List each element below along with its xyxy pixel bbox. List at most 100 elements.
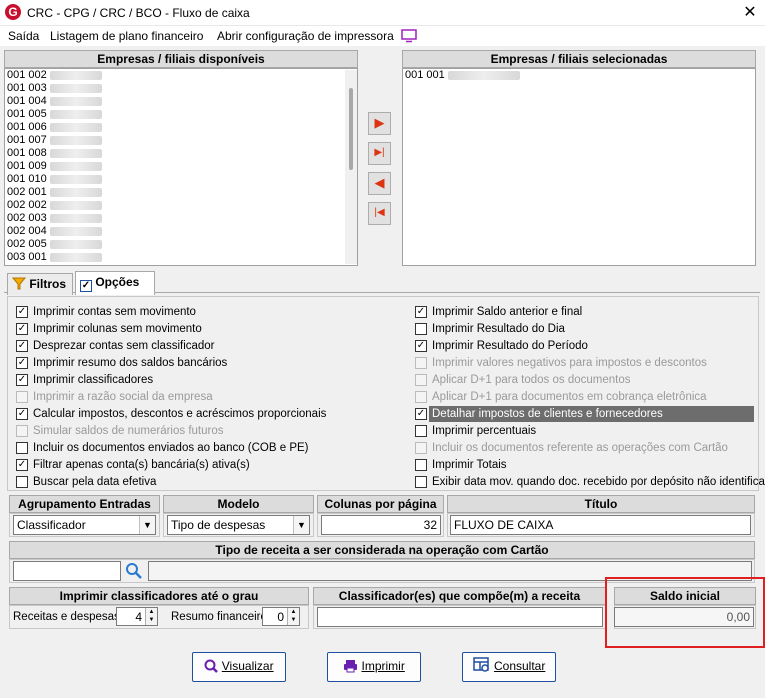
- option-label[interactable]: Imprimir contas sem movimento: [33, 305, 196, 319]
- option-label[interactable]: Imprimir valores negativos para impostos…: [432, 356, 707, 370]
- option-label[interactable]: Filtrar apenas conta(s) bancária(s) ativ…: [33, 458, 250, 472]
- option-label[interactable]: Imprimir Resultado do Período: [432, 339, 588, 353]
- option-label[interactable]: Calcular impostos, descontos e acréscimo…: [33, 407, 326, 421]
- list-item[interactable]: 001 010: [5, 173, 357, 186]
- option-checkbox[interactable]: [415, 425, 427, 437]
- option-checkbox[interactable]: ✓: [415, 408, 427, 420]
- option-label[interactable]: Aplicar D+1 para documentos em cobrança …: [432, 390, 707, 404]
- printer-config-icon[interactable]: [401, 29, 417, 43]
- option-label[interactable]: Imprimir a razão social da empresa: [33, 390, 213, 404]
- agrupamento-select[interactable]: Classificador: [13, 515, 156, 535]
- list-item[interactable]: 001 003: [5, 82, 357, 95]
- option-checkbox[interactable]: [415, 391, 427, 403]
- menu-abrir-config-impressora[interactable]: Abrir configuração de impressora: [217, 29, 394, 43]
- available-list[interactable]: 001 002 001 003 001 004 001 005 001 006 001 0…: [4, 68, 358, 266]
- list-item[interactable]: 001 005: [5, 108, 357, 121]
- list-item-code: 001 003: [7, 82, 47, 94]
- option-label[interactable]: Buscar pela data efetiva: [33, 475, 156, 489]
- tab-opcoes[interactable]: ✓ Opções: [75, 271, 155, 295]
- option-checkbox[interactable]: ✓: [16, 306, 28, 318]
- list-item[interactable]: 002 002: [5, 199, 357, 212]
- list-item[interactable]: 001 007: [5, 134, 357, 147]
- option-checkbox[interactable]: ✓: [16, 459, 28, 471]
- option-checkbox[interactable]: [415, 374, 427, 386]
- option-label[interactable]: Imprimir resumo dos saldos bancários: [33, 356, 227, 370]
- option-label[interactable]: Exibir data mov. quando doc. recebido po…: [432, 475, 765, 489]
- search-icon[interactable]: [125, 562, 143, 580]
- option-checkbox[interactable]: ✓: [16, 340, 28, 352]
- list-item[interactable]: 002 001: [5, 186, 357, 199]
- option-label[interactable]: Imprimir classificadores: [33, 373, 153, 387]
- option-checkbox[interactable]: ✓: [16, 374, 28, 386]
- chevron-down-icon[interactable]: ▼: [139, 516, 155, 534]
- option-checkbox[interactable]: [16, 476, 28, 488]
- list-item-code: 001 004: [7, 95, 47, 107]
- move-left-button[interactable]: ◀: [368, 172, 391, 195]
- option-label[interactable]: Imprimir percentuais: [432, 424, 536, 438]
- list-item[interactable]: 001 004: [5, 95, 357, 108]
- option-checkbox[interactable]: [415, 442, 427, 454]
- option-checkbox[interactable]: [16, 425, 28, 437]
- redacted-name: [49, 70, 102, 80]
- list-item-code: 002 005: [7, 238, 47, 250]
- option-checkbox[interactable]: ✓: [415, 340, 427, 352]
- option-checkbox[interactable]: ✓: [16, 323, 28, 335]
- menu-listagem-plano[interactable]: Listagem de plano financeiro: [50, 29, 203, 43]
- spinner-arrows-icon[interactable]: ▲ ▼: [145, 608, 157, 625]
- modelo-select[interactable]: Tipo de despesas: [167, 515, 310, 535]
- option-label[interactable]: Simular saldos de numerários futuros: [33, 424, 223, 438]
- list-item[interactable]: 002 005: [5, 238, 357, 251]
- list-item[interactable]: 001 006: [5, 121, 357, 134]
- option-label[interactable]: Imprimir colunas sem movimento: [33, 322, 202, 336]
- move-all-left-button[interactable]: |◀: [368, 202, 391, 225]
- option-label[interactable]: Detalhar impostos de clientes e forneced…: [432, 407, 663, 421]
- move-all-right-button[interactable]: ▶|: [368, 142, 391, 165]
- option-checkbox[interactable]: [415, 323, 427, 335]
- option-checkbox[interactable]: [415, 459, 427, 471]
- option-label[interactable]: Incluir os documentos enviados ao banco …: [33, 441, 309, 455]
- chevron-down-icon[interactable]: ▼: [293, 516, 309, 534]
- list-item[interactable]: 001 002: [5, 69, 357, 82]
- redacted-name: [49, 200, 102, 210]
- menu-saida[interactable]: Saída: [8, 29, 39, 43]
- colunas-input[interactable]: 32: [321, 515, 441, 535]
- option-checkbox[interactable]: [415, 357, 427, 369]
- option-label[interactable]: Imprimir Totais: [432, 458, 507, 472]
- titulo-input[interactable]: FLUXO DE CAIXA: [450, 515, 751, 535]
- cartao-code-input[interactable]: [13, 561, 121, 581]
- option-checkbox[interactable]: ✓: [16, 357, 28, 369]
- option-checkbox[interactable]: ✓: [415, 306, 427, 318]
- highlight-box: [605, 577, 765, 648]
- option-label[interactable]: Imprimir Saldo anterior e final: [432, 305, 582, 319]
- option-label[interactable]: Aplicar D+1 para todos os documentos: [432, 373, 631, 387]
- list-item-code: 002 003: [7, 212, 47, 224]
- visualizar-button[interactable]: Visualizar: [192, 652, 286, 682]
- scrollbar-thumb[interactable]: [349, 88, 353, 170]
- classificador-title: Classificador(es) que compõe(m) a receit…: [313, 587, 606, 605]
- window-title: CRC - CPG / CRC / BCO - Fluxo de caixa: [27, 6, 250, 20]
- list-item-code: 001 009: [7, 160, 47, 172]
- classificador-input[interactable]: [317, 607, 603, 627]
- option-checkbox[interactable]: ✓: [16, 408, 28, 420]
- option-label[interactable]: Imprimir Resultado do Dia: [432, 322, 565, 336]
- tab-filtros[interactable]: Filtros: [7, 273, 73, 295]
- option-checkbox[interactable]: [16, 442, 28, 454]
- option-checkbox[interactable]: [16, 391, 28, 403]
- list-item[interactable]: 003 001: [5, 251, 357, 264]
- close-icon[interactable]: ✕: [741, 2, 759, 22]
- redacted-name: [49, 96, 102, 106]
- selected-list[interactable]: 001 001: [402, 68, 756, 266]
- move-right-button[interactable]: ▶: [368, 112, 391, 135]
- list-item[interactable]: 001 009: [5, 160, 357, 173]
- spinner-arrows-icon[interactable]: ▲ ▼: [287, 608, 299, 625]
- list-item[interactable]: 002 003: [5, 212, 357, 225]
- option-label[interactable]: Incluir os documentos referente as opera…: [432, 441, 728, 455]
- list-item[interactable]: 001 008: [5, 147, 357, 160]
- consultar-button[interactable]: Consultar: [462, 652, 556, 682]
- list-item[interactable]: 002 004: [5, 225, 357, 238]
- list-item[interactable]: 001 001: [403, 69, 755, 82]
- imprimir-button[interactable]: Imprimir: [327, 652, 421, 682]
- option-checkbox[interactable]: [415, 476, 427, 488]
- titulo-title: Título: [447, 495, 755, 513]
- option-label[interactable]: Desprezar contas sem classificador: [33, 339, 215, 353]
